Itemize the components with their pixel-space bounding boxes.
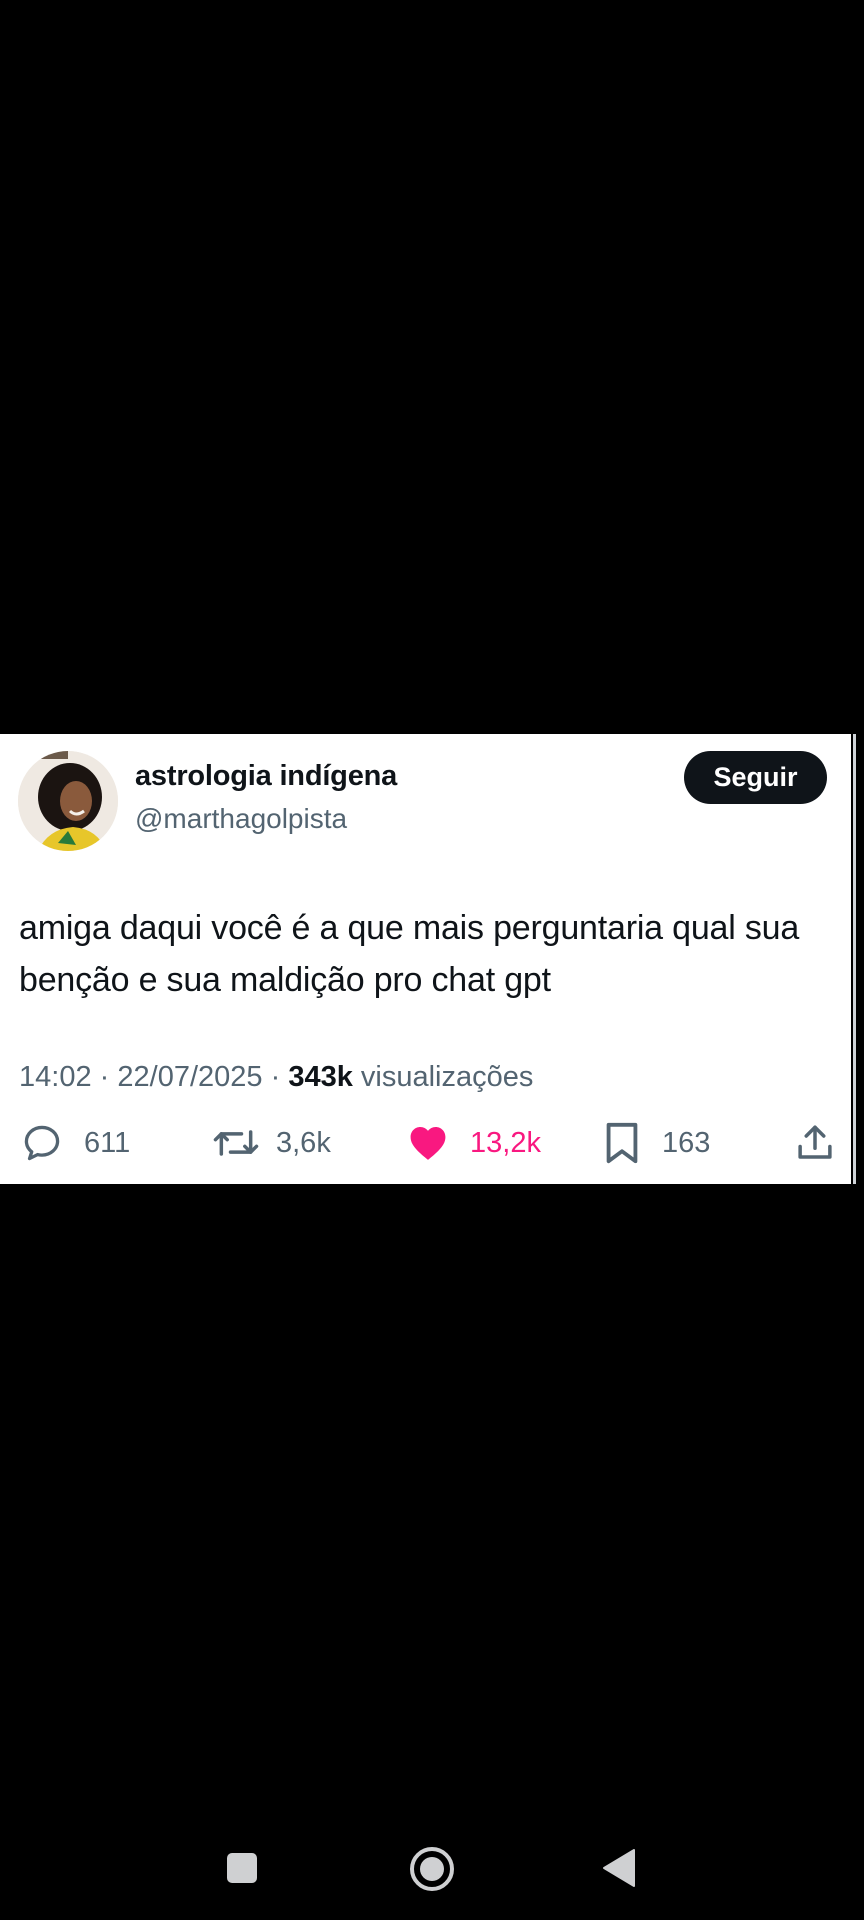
tweet-date[interactable]: 22/07/2025: [117, 1061, 262, 1093]
user-handle[interactable]: @marthagolpista: [135, 803, 347, 835]
follow-button[interactable]: Seguir: [684, 751, 827, 804]
repost-icon: [213, 1130, 259, 1156]
recent-apps-icon: [227, 1853, 257, 1883]
back-icon: [603, 1849, 635, 1887]
home-button[interactable]: [409, 1846, 455, 1892]
back-button[interactable]: [602, 1848, 636, 1888]
reply-count: 611: [84, 1126, 131, 1159]
share-button[interactable]: [794, 1118, 836, 1168]
recent-apps-button[interactable]: [226, 1852, 258, 1884]
repost-button[interactable]: 3,6k: [212, 1118, 331, 1168]
tweet-card: astrologia indígena @marthagolpista Segu…: [0, 734, 851, 1184]
bookmark-count: 163: [662, 1126, 711, 1159]
display-name[interactable]: astrologia indígena: [135, 760, 397, 793]
meta-separator: ·: [99, 1061, 110, 1093]
tweet-text: amiga daqui você é a que mais perguntari…: [19, 909, 800, 999]
bookmark-button[interactable]: 163: [602, 1118, 710, 1168]
home-icon: [410, 1847, 454, 1891]
action-bar: 611 3,6k 13,2k 163: [0, 1118, 851, 1168]
views-label: visualizações: [360, 1061, 534, 1093]
like-button[interactable]: 13,2k: [406, 1118, 541, 1168]
bookmark-icon: [606, 1122, 638, 1164]
tweet-time[interactable]: 14:02: [19, 1061, 92, 1093]
repost-count: 3,6k: [276, 1126, 331, 1159]
meta-separator: ·: [270, 1061, 281, 1093]
system-navigation-bar: [0, 1820, 864, 1920]
reply-button[interactable]: 611: [20, 1118, 130, 1168]
share-icon: [798, 1125, 832, 1159]
tweet-meta: 14:02 · 22/07/2025 · 343k visualizações: [19, 1061, 533, 1094]
like-count: 13,2k: [470, 1126, 541, 1159]
views-count[interactable]: 343k: [288, 1061, 353, 1093]
reply-icon: [24, 1125, 60, 1161]
scrollbar-track: [853, 734, 856, 1184]
avatar[interactable]: [18, 751, 118, 851]
heart-icon: [410, 1127, 446, 1160]
scrollbar[interactable]: [851, 734, 864, 1184]
avatar-photo: [18, 751, 118, 851]
